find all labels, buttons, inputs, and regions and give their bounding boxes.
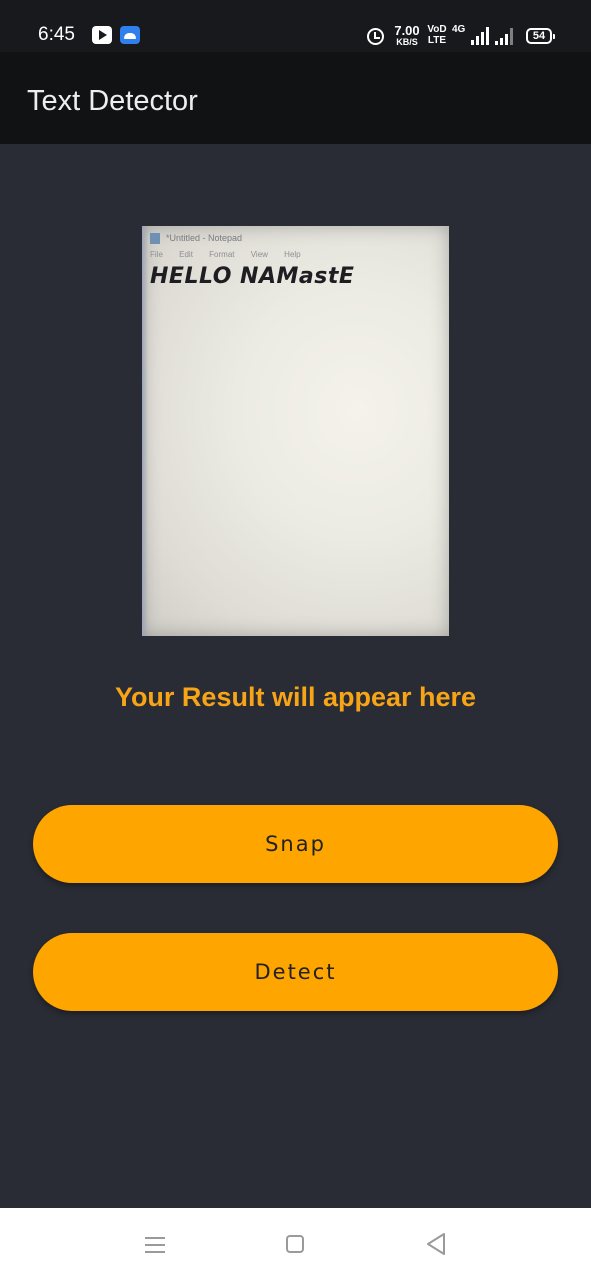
notepad-menu-format: Format	[209, 250, 235, 259]
alarm-icon	[367, 28, 384, 45]
youtube-icon	[92, 26, 112, 44]
signal-strength-icon	[463, 26, 489, 45]
image-edge-shading	[142, 226, 148, 636]
battery-icon: 54	[526, 28, 555, 44]
volte-line2: LTE	[427, 35, 447, 46]
captured-text: HELLO NAMastE	[150, 264, 355, 289]
home-icon[interactable]	[286, 1235, 304, 1253]
snap-button[interactable]: Snap	[33, 805, 558, 883]
net-speed-value: 7.00	[394, 23, 420, 38]
detect-button[interactable]: Detect	[33, 933, 558, 1011]
back-icon[interactable]	[425, 1232, 447, 1256]
notepad-icon	[150, 233, 160, 245]
status-time: 6:45	[38, 24, 75, 45]
notepad-menu-file: File	[150, 250, 163, 259]
volte-line1: VoD	[427, 24, 447, 35]
status-bar: 6:45 7.00 KB/S VoD LTE 4G 54	[0, 0, 591, 52]
signal-strength-icon-2	[495, 26, 515, 45]
menu-icon[interactable]	[145, 1234, 165, 1254]
net-speed: 7.00 KB/S	[392, 24, 422, 48]
android-icon	[120, 26, 140, 44]
volte-indicator: VoD LTE	[426, 24, 448, 48]
app-bar: Text Detector	[0, 52, 591, 144]
notepad-menu-help: Help	[284, 250, 301, 259]
captured-image: *Untitled - Notepad File Edit Format Vie…	[142, 226, 449, 636]
notepad-title-bar: *Untitled - Notepad	[150, 230, 449, 246]
navigation-bar	[0, 1208, 591, 1280]
notepad-menu-edit: Edit	[179, 250, 193, 259]
notepad-menu: File Edit Format View Help	[150, 248, 449, 262]
notepad-menu-view: View	[250, 250, 268, 259]
app-title: Text Detector	[27, 85, 198, 117]
net-speed-unit: KB/S	[396, 37, 418, 47]
notepad-title: *Untitled - Notepad	[166, 233, 243, 243]
result-text: Your Result will appear here	[114, 682, 477, 712]
